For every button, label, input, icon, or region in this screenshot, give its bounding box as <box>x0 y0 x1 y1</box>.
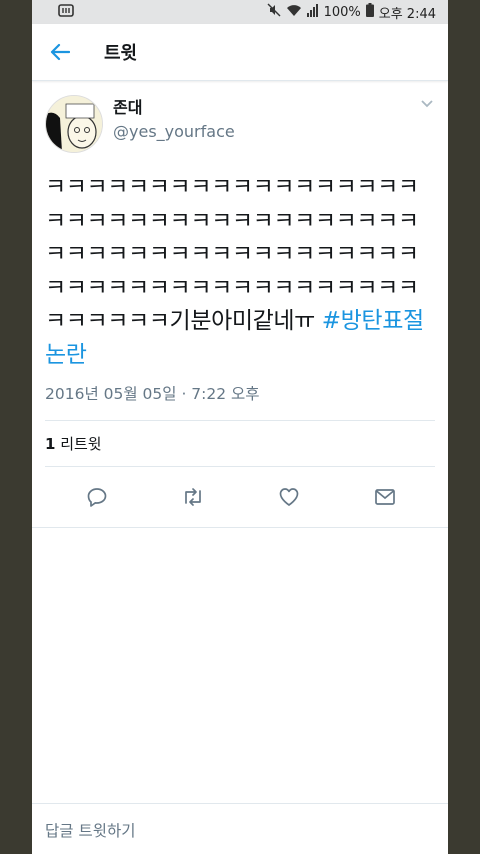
tweet-author: 존대 @yes_yourface <box>45 95 435 153</box>
back-arrow-icon[interactable] <box>32 24 88 80</box>
reply-placeholder: 답글 트윗하기 <box>45 821 136 840</box>
author-display-name[interactable]: 존대 <box>113 97 235 119</box>
retweet-stats[interactable]: 1 리트윗 <box>45 421 435 466</box>
reply-icon[interactable] <box>85 485 109 509</box>
status-bar: 100% 오후 2:44 <box>32 0 448 24</box>
app-bar: 트윗 <box>32 24 448 81</box>
retweet-count: 1 <box>45 435 56 453</box>
chevron-down-icon[interactable] <box>419 95 435 111</box>
heart-icon[interactable] <box>277 485 301 509</box>
tweet-actions <box>45 475 435 519</box>
battery-percent: 100% <box>323 4 361 20</box>
mute-icon <box>267 3 281 21</box>
avatar[interactable] <box>45 95 103 153</box>
wifi-icon <box>286 4 302 21</box>
tweet-detail: 존대 @yes_yourface ㅋㅋㅋㅋㅋㅋㅋㅋㅋㅋㅋㅋㅋㅋㅋㅋㅋㅋㅋㅋㅋㅋㅋ… <box>32 81 448 528</box>
page-title: 트윗 <box>104 43 138 64</box>
signal-icon <box>306 3 319 21</box>
envelope-icon[interactable] <box>373 485 397 509</box>
status-time: 오후 2:44 <box>378 6 436 22</box>
divider <box>32 527 448 528</box>
battery-icon <box>365 3 374 21</box>
phone-screen: 100% 오후 2:44 트윗 존대 @yes_yourface ㅋㅋㅋㅋㅋㅋㅋ… <box>32 0 448 854</box>
reply-input[interactable]: 답글 트윗하기 <box>32 803 448 854</box>
divider <box>45 466 435 467</box>
tweet-text: ㅋㅋㅋㅋㅋㅋㅋㅋㅋㅋㅋㅋㅋㅋㅋㅋㅋㅋㅋㅋㅋㅋㅋㅋㅋㅋㅋㅋㅋㅋㅋㅋㅋㅋㅋㅋㅋㅋㅋㅋ… <box>45 171 437 372</box>
app-notification-icon <box>58 3 74 21</box>
tweet-timestamp: 2016년 05월 05일 · 7:22 오후 <box>45 385 260 403</box>
retweet-icon[interactable] <box>181 485 205 509</box>
retweet-label: 리트윗 <box>55 435 102 453</box>
author-handle[interactable]: @yes_yourface <box>113 121 235 143</box>
